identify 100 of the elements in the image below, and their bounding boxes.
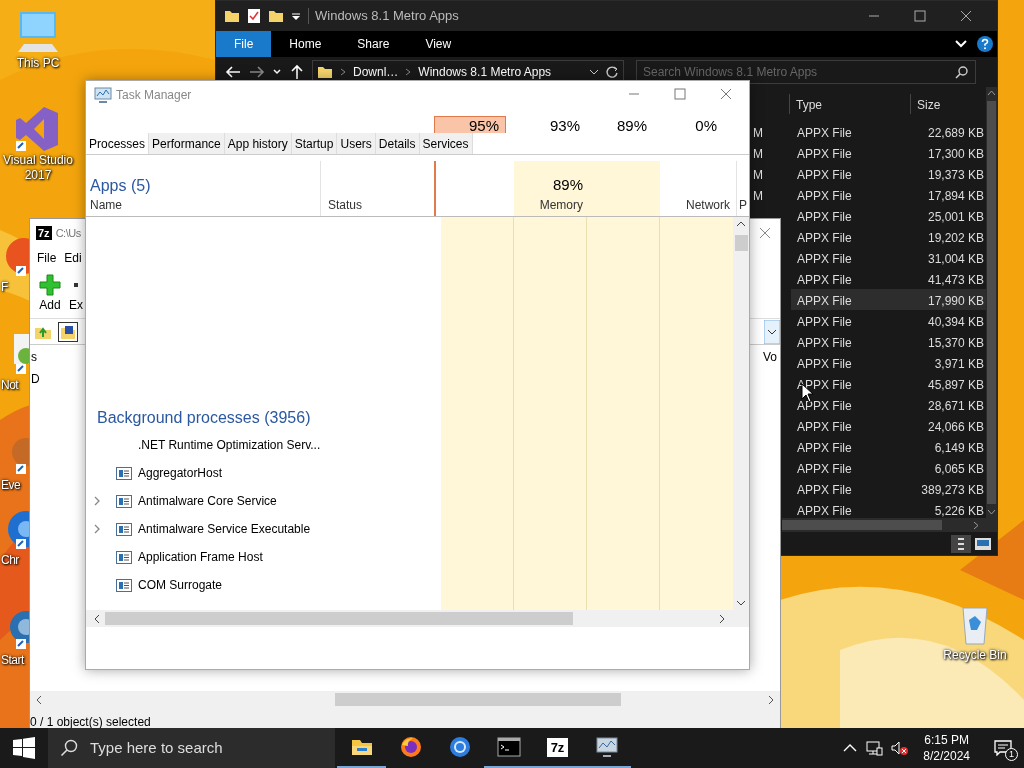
table-cell: M [753,167,763,182]
ribbon-tab[interactable]: Home [271,31,340,57]
expand-chevron-icon[interactable] [93,524,101,534]
column-header[interactable]: Type [796,98,822,112]
table-cell: 22,689 KB [927,125,984,140]
scroll-up-icon[interactable] [987,89,996,98]
menu-item[interactable]: File [37,249,57,267]
network-icon[interactable] [865,740,884,756]
scroll-thumb[interactable] [987,101,996,504]
ribbon-tab[interactable]: View [407,31,470,57]
table-cell: 5,226 KB [934,503,984,518]
ribbon-tab[interactable]: Share [339,31,408,57]
horizontal-scrollbar[interactable] [782,518,997,532]
table-cell: APPX File [797,335,852,350]
menu-item[interactable]: Edi [64,249,82,267]
scroll-down-icon[interactable] [987,507,996,516]
notification-badge: 1 [1005,748,1018,761]
table-cell: APPX File [797,314,852,329]
window-title: Task Manager [116,86,192,104]
tab[interactable]: Users [337,133,376,154]
process-name[interactable]: COM Surrogate [138,576,223,594]
table-cell: APPX File [797,146,852,161]
column-header[interactable]: Name [90,196,320,214]
horizontal-scrollbar[interactable] [86,610,749,627]
window-icon [116,494,132,508]
table-cell: APPX File [797,188,852,203]
search-icon[interactable] [955,65,969,79]
column-value: 89% [552,174,583,195]
plus-icon [39,273,61,296]
folder-icon[interactable] [224,8,240,24]
scroll-right-icon[interactable] [717,613,727,624]
process-name[interactable]: Application Frame Host [138,548,263,566]
tab[interactable]: Services [419,133,473,154]
row-highlight[interactable]: APPX File 17,990 KB [791,289,986,310]
browser-icon [398,735,423,759]
horizontal-scrollbar[interactable] [30,691,780,708]
search-field[interactable]: Type here to search [48,728,335,768]
status-text: 0 / 1 object(s) selected [30,714,151,730]
windows-logo-icon [12,736,36,760]
archive-folder-icon[interactable] [58,321,78,342]
details-view-icon[interactable] [951,534,971,553]
monitor-icon[interactable] [94,86,112,103]
terminal-icon [496,735,521,759]
tab[interactable]: Processes [86,133,150,154]
section-heading: Apps (5) [90,176,152,196]
table-cell: 19,202 KB [927,230,984,245]
column-header[interactable]: Status [328,196,363,214]
table-cell: 6,065 KB [934,461,984,476]
toolbar-button[interactable]: Add [39,273,61,314]
scroll-thumb[interactable] [782,520,942,530]
usage-value: 0% [694,116,718,133]
scroll-down-icon[interactable] [736,598,746,608]
table-cell: M [753,125,763,140]
vertical-scrollbar[interactable] [733,217,749,610]
table-cell: 45,897 KB [927,377,984,392]
column-header[interactable]: Size [917,98,941,112]
column-header[interactable]: Vo [763,348,779,366]
refresh-icon[interactable] [605,65,619,79]
notification-button[interactable]: 1 [988,733,1018,763]
scroll-thumb[interactable] [734,235,748,251]
breadcrumb-item[interactable]: Windows 8.1 Metro Apps [418,63,552,81]
toolbar-button[interactable]: Ex [69,273,83,314]
scroll-thumb[interactable] [335,693,621,706]
scroll-right-icon[interactable] [971,520,980,530]
checklist-icon[interactable] [246,8,262,24]
scroll-left-icon[interactable] [92,613,102,624]
table-cell: APPX File [797,461,852,476]
icon-label[interactable]: Chr [0,553,19,568]
tab[interactable]: App history [224,133,292,154]
search-icon [60,739,78,757]
column-header[interactable]: s [31,348,37,366]
help-icon[interactable] [976,35,994,53]
expand-chevron-icon[interactable] [93,496,101,506]
process-name[interactable]: Antimalware Service Executable [138,520,311,538]
table-cell: 24,066 KB [927,419,984,434]
table-cell: 15,370 KB [927,335,984,350]
table-cell: APPX File [797,503,852,518]
column-header[interactable]: Memory [539,196,583,214]
tab[interactable]: Performance [149,133,225,154]
scroll-thumb[interactable] [105,612,573,625]
chevron-down-icon[interactable] [589,67,599,77]
clock[interactable]: 6:15 PM 8/2/2024 [917,732,976,764]
process-name[interactable]: .NET Runtime Optimization Serv... [138,436,321,454]
window-title: Windows 8.1 Metro Apps [315,7,459,26]
taskbar-app[interactable]: 7z [533,728,582,768]
tab[interactable]: Details [375,133,420,154]
process-name[interactable]: AggregatorHost [138,464,223,482]
vertical-scrollbar[interactable] [986,87,997,518]
volume-muted-icon[interactable] [891,740,910,756]
process-name[interactable]: Antimalware Core Service [138,492,277,510]
table-cell: 17,300 KB [927,146,984,161]
breadcrumb-item[interactable]: Downl… [353,63,399,81]
table-cell: M [753,146,763,161]
table-cell: 41,473 KB [927,272,984,287]
column-header[interactable]: Network [686,196,730,214]
column-header[interactable]: P [739,196,747,214]
tab[interactable]: Startup [291,133,338,154]
ribbon-tab[interactable]: File [216,31,272,57]
folder-icon[interactable] [268,8,284,24]
scroll-up-icon[interactable] [736,219,746,229]
